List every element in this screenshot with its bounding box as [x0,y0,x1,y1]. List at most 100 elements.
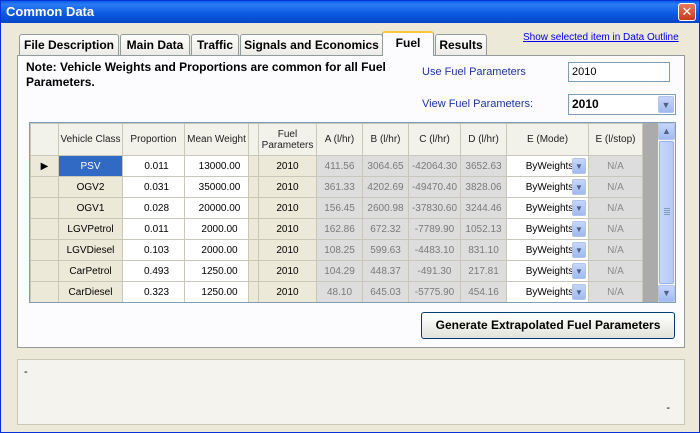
status-panel: - - [17,359,685,425]
e-mode-cell[interactable]: ByWeights ▼ [506,155,589,177]
table-row[interactable]: LGVPetrol 0.011 2000.00 2010 162.86 672.32 -77… [30,218,643,240]
e-mode-cell[interactable]: ByWeights ▼ [506,176,589,198]
row-header[interactable] [30,218,59,240]
table-row[interactable]: CarPetrol 0.493 1250.00 2010 104.29 448.37 -49… [30,260,643,282]
b-cell: 599.63 [362,239,409,261]
vehicle-class-cell[interactable]: PSV [58,155,123,177]
scroll-thumb[interactable] [659,141,674,284]
a-cell: 361.33 [316,176,363,198]
a-cell: 162.86 [316,218,363,240]
e-mode-cell[interactable]: ByWeights ▼ [506,197,589,219]
row-header[interactable]: ▶ [30,155,59,177]
view-fuel-select[interactable]: 2010 ▼ [568,94,676,115]
e-mode-cell[interactable]: ByWeights ▼ [506,239,589,261]
proportion-cell[interactable]: 0.031 [122,176,185,198]
table-row[interactable]: ▶ PSV 0.011 13000.00 2010 411.56 3064.65 -42064… [30,155,643,177]
chevron-down-icon[interactable]: ▼ [572,179,586,195]
e-stop-cell: N/A [588,218,643,240]
generate-extrapolated-button[interactable]: Generate Extrapolated Fuel Parameters [421,312,675,339]
b-cell: 448.37 [362,260,409,282]
e-stop-cell: N/A [588,239,643,261]
row-header[interactable] [30,197,59,219]
vehicle-class-cell[interactable]: CarPetrol [58,260,123,282]
mean-weight-cell[interactable]: 2000.00 [184,218,249,240]
chevron-down-icon[interactable]: ▼ [572,221,586,237]
row-header[interactable] [30,239,59,261]
spacer-cell [248,197,259,219]
col-header[interactable]: Vehicle Class [58,123,123,156]
col-header[interactable]: B (l/hr) [362,123,409,156]
scroll-down-icon[interactable]: ▼ [658,285,675,302]
tab-file-description[interactable]: File Description [19,34,119,55]
vehicle-class-cell[interactable]: OGV2 [58,176,123,198]
chevron-down-icon[interactable]: ▼ [658,96,674,113]
e-mode-value: ByWeights [525,160,574,172]
tab-results[interactable]: Results [435,34,487,55]
col-header[interactable]: Fuel Parameters [258,123,317,156]
col-header[interactable]: D (l/hr) [460,123,507,156]
vertical-scrollbar[interactable]: ▲ ▼ [658,123,675,302]
tab-fuel[interactable]: Fuel [382,31,434,56]
proportion-cell[interactable]: 0.028 [122,197,185,219]
mean-weight-cell[interactable]: 1250.00 [184,260,249,282]
chevron-down-icon[interactable]: ▼ [572,200,586,216]
e-mode-value: ByWeights [525,223,574,235]
scroll-up-icon[interactable]: ▲ [658,123,675,140]
e-mode-value: ByWeights [525,181,574,193]
proportion-cell[interactable]: 0.103 [122,239,185,261]
mean-weight-cell[interactable]: 13000.00 [184,155,249,177]
col-header[interactable]: Mean Weight [184,123,249,156]
table-row[interactable]: OGV1 0.028 20000.00 2010 156.45 2600.98 -37830… [30,197,643,219]
col-header[interactable]: E (l/stop) [588,123,643,156]
col-header[interactable]: E (Mode) [506,123,589,156]
proportion-cell[interactable]: 0.011 [122,155,185,177]
e-mode-value: ByWeights [525,286,574,298]
vehicle-class-cell[interactable]: CarDiesel [58,281,123,302]
vehicle-class-cell[interactable]: LGVDiesel [58,239,123,261]
mean-weight-cell[interactable]: 2000.00 [184,239,249,261]
table-row[interactable]: CarDiesel 0.323 1250.00 2010 48.10 645.03 -577… [30,281,643,302]
vehicle-class-cell[interactable]: OGV1 [58,197,123,219]
mean-weight-cell[interactable]: 20000.00 [184,197,249,219]
row-header[interactable] [30,260,59,282]
col-header[interactable]: A (l/hr) [316,123,363,156]
row-header[interactable] [30,176,59,198]
tab-signals-economics[interactable]: Signals and Economics [240,34,383,55]
e-mode-cell[interactable]: ByWeights ▼ [506,281,589,302]
use-fuel-input[interactable]: 2010 [568,62,670,82]
col-header[interactable]: Proportion [122,123,185,156]
e-stop-cell: N/A [588,260,643,282]
chevron-down-icon[interactable]: ▼ [572,284,586,300]
col-header[interactable]: C (l/hr) [408,123,461,156]
e-mode-cell[interactable]: ByWeights ▼ [506,260,589,282]
d-cell: 3244.46 [460,197,507,219]
b-cell: 645.03 [362,281,409,302]
spacer-cell [248,281,259,302]
proportion-cell[interactable]: 0.493 [122,260,185,282]
proportion-cell[interactable]: 0.011 [122,218,185,240]
vehicle-class-cell[interactable]: LGVPetrol [58,218,123,240]
b-cell: 672.32 [362,218,409,240]
chevron-down-icon[interactable]: ▼ [572,158,586,174]
chevron-down-icon[interactable]: ▼ [572,263,586,279]
c-cell: -37830.60 [408,197,461,219]
d-cell: 1052.13 [460,218,507,240]
c-cell: -42064.30 [408,155,461,177]
e-mode-cell[interactable]: ByWeights ▼ [506,218,589,240]
table-row[interactable]: OGV2 0.031 35000.00 2010 361.33 4202.69 -49470… [30,176,643,198]
fuel-parameters-cell: 2010 [258,218,317,240]
mean-weight-cell[interactable]: 1250.00 [184,281,249,302]
tab-main-data[interactable]: Main Data [120,34,190,55]
use-fuel-label: Use Fuel Parameters [422,66,526,78]
show-in-outline-link[interactable]: Show selected item in Data Outline [523,32,679,43]
chevron-down-icon[interactable]: ▼ [572,242,586,258]
row-header[interactable] [30,281,59,302]
table-row[interactable]: LGVDiesel 0.103 2000.00 2010 108.25 599.63 -44… [30,239,643,261]
tab-traffic[interactable]: Traffic [191,34,239,55]
corner-cell [30,123,59,156]
close-icon[interactable]: ✕ [678,3,696,21]
b-cell: 4202.69 [362,176,409,198]
mean-weight-cell[interactable]: 35000.00 [184,176,249,198]
e-mode-value: ByWeights [525,244,574,256]
proportion-cell[interactable]: 0.323 [122,281,185,302]
